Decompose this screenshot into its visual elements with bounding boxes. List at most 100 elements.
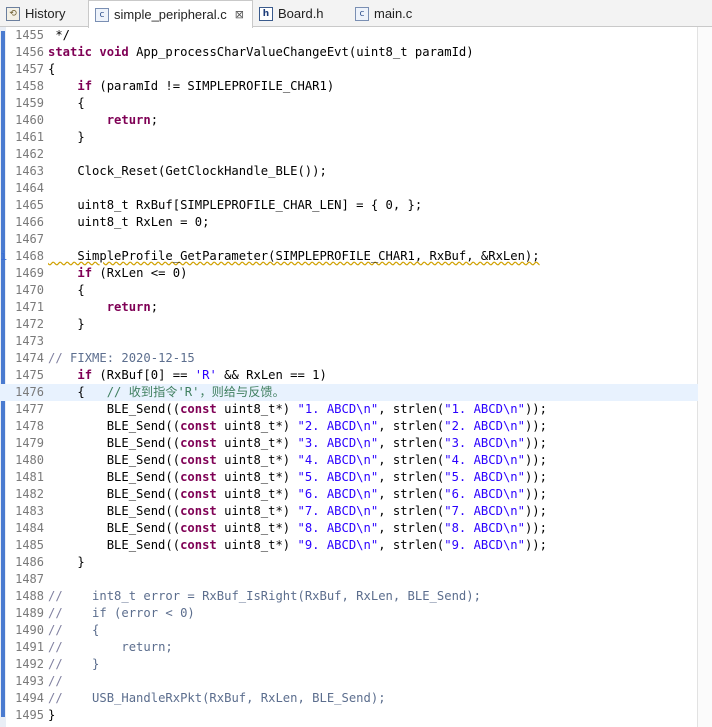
code-text: } [48, 130, 85, 144]
line-number: 1493 [15, 674, 44, 688]
code-line[interactable]: 1457 { [0, 61, 698, 78]
code-text: // { [48, 623, 100, 637]
code-line[interactable]: 1493 // [0, 673, 698, 690]
code-line[interactable]: 1469 if (RxLen <= 0) [0, 265, 698, 282]
code-text: uint8_t RxLen = 0; [48, 215, 210, 229]
code-text: // return; [48, 640, 173, 654]
code-line[interactable]: 1464 [0, 180, 698, 197]
code-text: if (RxLen <= 0) [77, 266, 188, 280]
line-number: 1465 [15, 198, 44, 212]
code-line[interactable]: 1473 [0, 333, 698, 350]
line-number: 1478 [15, 419, 44, 433]
code-line[interactable]: 1483 BLE_Send((const uint8_t*) "7. ABCD\… [0, 503, 698, 520]
code-line[interactable]: 1459 { [0, 95, 698, 112]
tab-main-c[interactable]: c main.c [349, 0, 445, 27]
code-line[interactable]: 1471 return; [0, 299, 698, 316]
code-line[interactable]: 1480 BLE_Send((const uint8_t*) "4. ABCD\… [0, 452, 698, 469]
code-line[interactable]: 1477 BLE_Send((const uint8_t*) "1. ABCD\… [0, 401, 698, 418]
line-number: 1494 [15, 691, 44, 705]
info-marker-icon[interactable]: i [0, 248, 8, 265]
line-number: 1472 [15, 317, 44, 331]
line-number: 1455 [15, 28, 44, 42]
editor-tab-bar: ⟲ History c simple_peripheral.c ⊠ h Boar… [0, 0, 712, 28]
code-line[interactable]: 1466 uint8_t RxLen = 0; [0, 214, 698, 231]
code-line[interactable]: 1489 // if (error < 0) [0, 605, 698, 622]
tab-simple-peripheral-c[interactable]: c simple_peripheral.c ⊠ [88, 0, 253, 28]
code-text: } [48, 317, 85, 331]
code-line[interactable]: 1465 uint8_t RxBuf[SIMPLEPROFILE_CHAR_LE… [0, 197, 698, 214]
line-number: 1469 [15, 266, 44, 280]
code-line[interactable]: 1467 [0, 231, 698, 248]
code-line[interactable]: 1490 // { [0, 622, 698, 639]
code-line[interactable]: 1474 // FIXME: 2020-12-15 [0, 350, 698, 367]
code-line[interactable]: 1481 BLE_Send((const uint8_t*) "5. ABCD\… [0, 469, 698, 486]
line-number: 1464 [15, 181, 44, 195]
h-file-icon: h [259, 6, 273, 21]
code-line[interactable]: 1472 } [0, 316, 698, 333]
tab-board-h[interactable]: h Board.h [253, 0, 349, 27]
line-number: 1474 [15, 351, 44, 365]
line-number: 1484 [15, 521, 44, 535]
code-text: // [48, 674, 63, 688]
code-text: // if (error < 0) [48, 606, 195, 620]
overview-ruler[interactable] [697, 27, 712, 727]
code-line[interactable]: 1455 */ [0, 27, 698, 44]
code-line[interactable]: 1486 } [0, 554, 698, 571]
line-number: 1491 [15, 640, 44, 654]
line-number: 1492 [15, 657, 44, 671]
code-text: } [48, 708, 56, 722]
line-number: 1457 [15, 62, 44, 76]
code-line[interactable]: 1460 return; [0, 112, 698, 129]
code-text: BLE_Send((const uint8_t*) "5. ABCD\n", s… [48, 470, 547, 484]
code-line[interactable]: 1494 // USB_HandleRxPkt(RxBuf, RxLen, BLE… [0, 690, 698, 707]
code-line[interactable]: 1470 { [0, 282, 698, 299]
line-number: 1456 [15, 45, 44, 59]
code-line[interactable]: 1462 [0, 146, 698, 163]
code-text: static void App_processCharValueChangeEv… [48, 45, 474, 59]
code-text: BLE_Send((const uint8_t*) "8. ABCD\n", s… [48, 521, 547, 535]
code-line[interactable]: 1479 BLE_Send((const uint8_t*) "3. ABCD\… [0, 435, 698, 452]
code-line[interactable]: 1485 BLE_Send((const uint8_t*) "9. ABCD\… [0, 537, 698, 554]
line-number: 1463 [15, 164, 44, 178]
line-number: 1471 [15, 300, 44, 314]
code-line[interactable]: 1492 // } [0, 656, 698, 673]
close-icon[interactable]: ⊠ [235, 8, 244, 21]
code-line[interactable]: 1488 // int8_t error = RxBuf_IsRight(RxBu… [0, 588, 698, 605]
line-number: 1461 [15, 130, 44, 144]
code-line[interactable]: 1478 BLE_Send((const uint8_t*) "2. ABCD\… [0, 418, 698, 435]
code-editor[interactable]: 1455 */1456 static void App_processCharVa… [0, 27, 712, 727]
code-line[interactable]: 1458 if (paramId != SIMPLEPROFILE_CHAR1) [0, 78, 698, 95]
code-text: if (RxBuf[0] == 'R' && RxLen == 1) [77, 368, 327, 382]
code-line[interactable]: 1456 static void App_processCharValueChan… [0, 44, 698, 61]
code-line[interactable]: 1476 { // 收到指令'R'，则给与反馈。 [0, 384, 698, 401]
code-line[interactable]: 1484 BLE_Send((const uint8_t*) "8. ABCD\… [0, 520, 698, 537]
line-number: 1460 [15, 113, 44, 127]
line-number: 1470 [15, 283, 44, 297]
code-text: { [48, 96, 85, 110]
line-number: 1480 [15, 453, 44, 467]
code-line[interactable]: 1491 // return; [0, 639, 698, 656]
code-text: */ [48, 28, 71, 42]
code-line[interactable]: 1495} [0, 707, 698, 724]
tab-label: simple_peripheral.c [114, 7, 227, 22]
code-line[interactable]: 1475 if (RxBuf[0] == 'R' && RxLen == 1) [0, 367, 698, 384]
code-text: // USB_HandleRxPkt(RxBuf, RxLen, BLE_Sen… [48, 691, 386, 705]
line-number: 1476 [15, 385, 44, 399]
line-number: 1483 [15, 504, 44, 518]
code-line[interactable]: 1468 SimpleProfile_GetParameter(SIMPLEPR… [0, 248, 698, 265]
line-number: 1462 [15, 147, 44, 161]
code-text: return; [106, 300, 159, 314]
line-number: 1488 [15, 589, 44, 603]
tab-history[interactable]: ⟲ History [0, 0, 88, 27]
code-line[interactable]: 1461 } [0, 129, 698, 146]
code-line[interactable]: 1482 BLE_Send((const uint8_t*) "6. ABCD\… [0, 486, 698, 503]
line-number: 1487 [15, 572, 44, 586]
line-number: 1468 [15, 249, 44, 263]
line-number: 1490 [15, 623, 44, 637]
code-text: { // 收到指令'R'，则给与反馈。 [48, 385, 285, 399]
code-text: BLE_Send((const uint8_t*) "2. ABCD\n", s… [48, 419, 547, 433]
line-number: 1482 [15, 487, 44, 501]
code-line[interactable]: 1487 [0, 571, 698, 588]
code-line[interactable]: 1463 Clock_Reset(GetClockHandle_BLE()); [0, 163, 698, 180]
c-file-icon: c [95, 7, 109, 22]
